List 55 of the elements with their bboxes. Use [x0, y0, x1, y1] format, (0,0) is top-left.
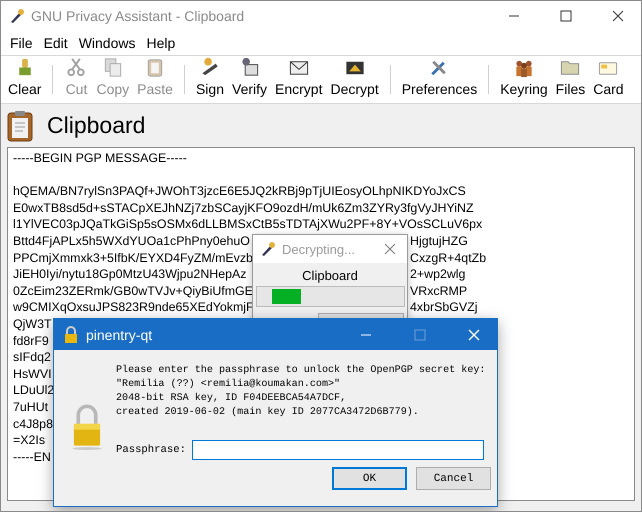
menu-item[interactable]: File — [5, 34, 39, 50]
text-line: 2+wp2wlg — [410, 266, 466, 283]
toolbar-button[interactable]: Verify — [228, 56, 272, 103]
progress-label: Clipboard — [302, 268, 358, 283]
dialog-title: pinentry-qt — [86, 326, 154, 342]
text-line: c4J8p8 — [13, 416, 53, 432]
text-line: sIFdq2 — [13, 349, 51, 366]
toolbar-button[interactable]: Decrypt — [326, 56, 383, 103]
clipboard-icon — [7, 110, 33, 142]
menu-item[interactable]: Help — [141, 34, 182, 50]
lock-icon — [64, 326, 78, 343]
toolbar-button[interactable]: Sign — [192, 56, 228, 103]
text-line: -----EN — [13, 448, 51, 466]
message-line: Please enter the passphrase to unlock the OpenPGP secret key: — [116, 364, 486, 378]
text-line: CxzgR+4qtZb — [410, 250, 486, 266]
menu-item[interactable]: Windows — [74, 34, 142, 50]
text-line: w9CMIXqOxsuJPS823R9nde65XEdYokmjF — [13, 299, 251, 316]
text-line: QjW3T — [13, 316, 52, 333]
text-line: 7uHUt — [13, 398, 48, 416]
field-label: Passphrase: — [116, 444, 186, 456]
passphrase-field[interactable] — [192, 440, 484, 460]
text-line: Bttd4FjAPLx5h5WXdYUOa1cPhPny0ehuO — [13, 232, 251, 250]
section-title: Clipboard — [47, 112, 146, 139]
text-line: fd8rF9 — [13, 332, 49, 350]
text-line: PPCmjXmmxk3+5IfbK/EYXD4FyZM/mEvzb — [13, 250, 251, 266]
text-line: E0wxTB8sd5d+sSTACpXEJhNZj7zbSCayjKFO9ozdH/mUk6Zm3ZYRy3fgVyJHYiNZ — [13, 200, 474, 216]
text-line: 4xbrSbGVZj — [410, 299, 478, 316]
toolbar-button[interactable]: Encrypt — [271, 56, 326, 103]
text-line: VRxcRMP — [410, 282, 468, 300]
text-line: HjgtujHZG — [410, 232, 468, 250]
message-line: "Remilia (??) <remilia@koumakan.com>" — [116, 378, 342, 392]
dialog-title: Decrypting... — [282, 242, 356, 256]
toolbar-button[interactable]: Files — [552, 56, 590, 103]
message-line: created 2019-06-02 (main key ID 2077CA3472D6B779). — [116, 406, 420, 420]
menu-item[interactable]: Edit — [38, 34, 74, 50]
toolbar-button[interactable]: Clear — [4, 56, 46, 103]
text-line: 0ZcEim23ZERmk/GB0wTVJv+QiyBiUfmGE — [13, 282, 251, 300]
text-line: HsWVI — [13, 366, 52, 382]
app-icon — [9, 8, 25, 24]
close-icon[interactable] — [612, 10, 624, 22]
toolbar-button[interactable]: Keyring — [496, 56, 552, 103]
text-line: LDuUl2 — [13, 382, 54, 399]
toolbar-button[interactable]: Preferences — [398, 56, 482, 103]
text-line: -----BEGIN PGP MESSAGE----- — [13, 150, 187, 167]
dialog-button[interactable]: Cancel — [416, 467, 491, 490]
text-line: l1YlVEC03pJQaTkGiSp5sOSMx6dLLBMSxCtB5sTDTAjXWu2PF+8Y+VOsSCLuV6px — [13, 216, 482, 233]
text-line: hQEMA/BN7rylSn3PAQf+JWOhT3jzcE6E5JQ2kRBj9pTjUIEosyOLhpNIKDYoJxCS — [13, 183, 466, 200]
window-title: GNU Privacy Assistant - Clipboard — [31, 8, 246, 24]
text-line: JiEH0Iyi/nytu18Gp0MtzU43Wjpu2NHepAz — [13, 266, 248, 283]
app-icon — [260, 241, 276, 257]
dialog-button[interactable]: OK — [332, 467, 407, 490]
message-line: 2048-bit RSA key, ID F04DEEBCA54A7DCF, — [116, 392, 348, 406]
maximize-icon[interactable] — [560, 10, 572, 22]
text-line: =X2Is — [13, 432, 46, 449]
toolbar-button[interactable]: Card — [589, 56, 628, 103]
